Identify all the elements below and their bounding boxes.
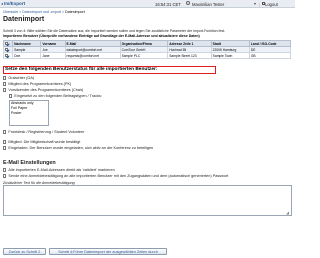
send-confirmation-checkbox[interactable]	[3, 174, 7, 178]
user-icon	[186, 1, 190, 6]
option-frontdesk[interactable]: Frontdesk / Registrierung / Student Volu…	[3, 130, 84, 134]
run-import-button[interactable]: Schritt 4:Führe Datenimport der ausgewäh…	[49, 248, 167, 255]
option-gutachter[interactable]: Gutachter (GA)	[3, 76, 34, 80]
import-subheading: Importieren Benutzer (Überprüfe vorhande…	[3, 34, 200, 38]
intro-text: Schritt 3 von 4: Bitte wählen Sie die Da…	[3, 29, 226, 33]
top-bar: ◂ Im/Export 16:54:31 CET Maximilian Test…	[0, 0, 295, 8]
table-cell: GB	[248, 52, 292, 59]
option-label: Eingesetzt zu den folgenden Beitragstype…	[14, 94, 102, 98]
row-checkbox[interactable]	[5, 53, 9, 58]
row-checkbox[interactable]	[5, 47, 9, 52]
chevron-down-icon[interactable]: ▾	[254, 1, 256, 6]
option-eingesetzt[interactable]: Eingesetzt zu den folgenden Beitragstype…	[9, 94, 102, 98]
back-arrow-icon[interactable]: ◂	[1, 1, 3, 6]
gutachter-checkbox[interactable]	[3, 76, 7, 80]
logout-link[interactable]: Logout	[265, 2, 278, 7]
tracks-listbox[interactable]: Abstracts only Full Paper Poster	[9, 100, 49, 126]
eingesetzt-checkbox[interactable]	[9, 94, 13, 98]
users-table: Nachname Vorname E-Mail Organisation/Fir…	[2, 40, 292, 59]
breadcrumb-current: Datenimport	[65, 10, 85, 14]
list-item[interactable]: Poster	[10, 111, 48, 116]
option-vorsitz-pk[interactable]: Vorsitzender des Programmkomitees (Chair…	[3, 88, 83, 92]
table-cell: requests@comfort.net	[64, 52, 121, 59]
table-cell: Doe	[12, 52, 42, 59]
option-label: Gutachter (GA)	[8, 76, 35, 80]
breadcrumb: Übersicht > Datenimport und -export > Da…	[3, 10, 85, 14]
resize-handle-icon[interactable]: ◢	[286, 210, 289, 215]
option-label: Eingeladen: Der Benutzer wurde eingelade…	[8, 146, 154, 150]
row-select-cell[interactable]	[2, 52, 14, 59]
option-mitglied-pk[interactable]: Mitglied des Programmkomitees (PK)	[3, 82, 71, 86]
table-cell: Sample PLC	[119, 52, 169, 59]
separator: |	[259, 1, 261, 7]
user-name[interactable]: Maximilian Tester	[192, 2, 224, 7]
mitglied-pk-checkbox[interactable]	[3, 82, 7, 86]
option-send-confirmation[interactable]: Sende eine Anmeldebestätigung an alle im…	[3, 174, 228, 178]
vorsitz-pk-checkbox[interactable]	[3, 88, 7, 92]
table-row[interactable]: Doe Jane requests@comfort.net Sample PLC…	[2, 52, 292, 59]
option-label: Mitglied des Programmkomitees (PK)	[8, 82, 72, 86]
clock: 16:54:31 CET	[155, 1, 181, 7]
email-settings-heading: E-Mail Einstellungen	[3, 160, 56, 166]
table-cell: Jane	[40, 52, 66, 59]
option-label: Sende eine Anmeldebestätigung an alle im…	[8, 174, 229, 178]
confirmation-text-field[interactable]	[3, 185, 292, 216]
eingeladen-checkbox[interactable]	[3, 146, 7, 150]
option-validate-email[interactable]: Alle importierten E-Mail-Adressen direkt…	[3, 168, 115, 172]
option-label: Frontdesk / Registrierung / Student Volu…	[8, 130, 85, 134]
mitglied-bestaetigt-checkbox[interactable]	[3, 140, 7, 144]
select-all-checkbox[interactable]	[5, 41, 9, 46]
table-cell: Sample Street 123	[167, 52, 212, 59]
option-label: Vorsitzender des Programmkomitees (Chair…	[8, 88, 84, 92]
validate-email-checkbox[interactable]	[3, 168, 7, 172]
option-label: Mitglied: Die Mitgliedschaft wurde bestä…	[8, 140, 81, 144]
breadcrumb-overview[interactable]: Übersicht	[3, 10, 18, 14]
option-mitglied-bestaetigt[interactable]: Mitglied: Die Mitgliedschaft wurde bestä…	[3, 140, 80, 144]
option-label: Alle importierten E-Mail-Adressen direkt…	[8, 168, 115, 172]
app-title[interactable]: Im/Export	[4, 1, 25, 6]
section-title: Setze den folgenden Benutzerstatus für a…	[5, 67, 158, 73]
back-to-step-2-button[interactable]: Zurück zu Schritt 2	[3, 248, 46, 255]
frontdesk-checkbox[interactable]	[3, 130, 7, 134]
breadcrumb-import-export[interactable]: Datenimport und -export	[22, 10, 61, 14]
option-eingeladen[interactable]: Eingeladen: Der Benutzer wurde eingelade…	[3, 146, 153, 150]
page-title: Datenimport	[3, 16, 45, 23]
table-cell: Sample Town	[210, 52, 250, 59]
